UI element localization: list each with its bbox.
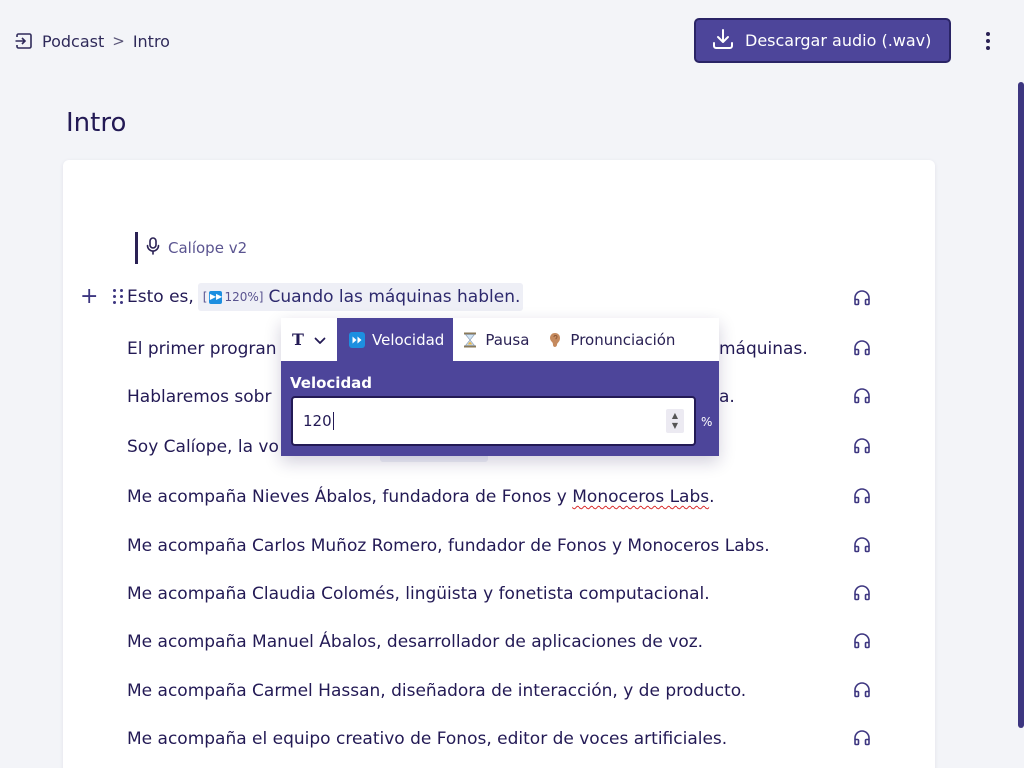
line-text: Me acompaña Carmel Hassan, diseñadora de… (127, 681, 747, 701)
headphones-icon[interactable] (853, 387, 871, 405)
headphones-icon[interactable] (853, 536, 871, 554)
misspelled-word[interactable]: Monoceros Labs (572, 487, 709, 507)
line-text: Me acompaña Manuel Ábalos, desarrollador… (127, 632, 704, 652)
line-text: Hablaremos sobr (127, 387, 272, 407)
script-line[interactable]: Me acompaña Manuel Ábalos, desarrollador… (127, 629, 703, 655)
speed-stepper[interactable]: ▲ ▼ (666, 409, 684, 433)
speed-unit: % (701, 415, 713, 429)
script-line[interactable]: Me acompaña Carlos Muñoz Romero, fundado… (127, 533, 770, 559)
tab-label: Pausa (485, 330, 530, 349)
script-line[interactable]: Me acompaña Carmel Hassan, diseñadora de… (127, 678, 746, 704)
script-line[interactable]: Hablaremos sobr (127, 384, 271, 410)
add-block-icon[interactable]: + (80, 286, 98, 308)
download-label: Descargar audio (.wav) (745, 31, 932, 50)
breadcrumb-root[interactable]: Podcast (42, 32, 104, 51)
line-text: . (709, 487, 715, 507)
script-line[interactable]: Me acompaña el equipo creativo de Fonos,… (127, 726, 727, 752)
text-style-dropdown[interactable]: T (281, 318, 337, 361)
line-text: El primer progran (127, 339, 277, 359)
line-text: Me acompaña Nieves Ábalos, fundadora de … (127, 487, 573, 507)
line-text: Esto es, (127, 287, 194, 307)
fast-forward-icon (349, 331, 365, 348)
speed-field-label: Velocidad (290, 374, 373, 392)
tab-pausa[interactable]: Pausa (453, 318, 538, 361)
page-scrollbar[interactable] (1018, 82, 1024, 728)
popover-body: Velocidad 120 ▲ ▼ % (281, 361, 719, 456)
breadcrumb-separator: > (112, 32, 125, 50)
breadcrumb-folder-icon[interactable] (14, 31, 34, 51)
speed-input-value: 120 (303, 412, 332, 430)
speed-tag-bracket: [ (202, 290, 208, 304)
tab-pronunciacion[interactable]: Pronunciación (538, 318, 684, 361)
breadcrumb: Podcast > Intro (14, 30, 170, 52)
chevron-down-icon (314, 330, 326, 349)
script-line-tail[interactable]: a. (719, 384, 735, 410)
drag-handle-icon[interactable] (113, 289, 125, 305)
download-audio-button[interactable]: Descargar audio (.wav) (694, 18, 951, 63)
line-text: Me acompaña Claudia Colomés, lingüista y… (127, 584, 710, 604)
speed-highlight[interactable]: [ ▶▶ 120%] Cuando las máquinas hablen. (197, 283, 524, 311)
voice-name: Calíope v2 (168, 239, 248, 257)
hourglass-icon (462, 332, 478, 348)
script-line[interactable]: Esto es, [ ▶▶ 120%] Cuando las máquinas … (127, 283, 524, 311)
headphones-icon[interactable] (853, 584, 871, 602)
script-line[interactable]: Soy Calíope, la vo (127, 434, 279, 460)
speed-input[interactable]: 120 ▲ ▼ (291, 396, 696, 446)
tab-label: Pronunciación (570, 330, 676, 349)
fast-forward-icon: ▶▶ (209, 290, 223, 304)
text-style-icon: T (292, 330, 304, 349)
speed-tag[interactable]: [ ▶▶ 120%] (203, 284, 264, 310)
headphones-icon[interactable] (853, 339, 871, 357)
headphones-icon[interactable] (853, 487, 871, 505)
script-line[interactable]: Me acompaña Nieves Ábalos, fundadora de … (127, 484, 715, 510)
download-icon (711, 27, 735, 55)
stepper-down-icon[interactable]: ▼ (672, 421, 678, 431)
line-text: máquinas. (719, 339, 808, 359)
ear-icon (547, 332, 563, 348)
headphones-icon[interactable] (853, 437, 871, 455)
headphones-icon[interactable] (853, 632, 871, 650)
script-line[interactable]: Me acompaña Claudia Colomés, lingüista y… (127, 581, 710, 607)
line-text: Me acompaña el equipo creativo de Fonos,… (127, 729, 728, 749)
line-text: Soy Calíope, la vo (127, 437, 279, 457)
highlighted-text: Cuando las máquinas hablen. (268, 287, 521, 307)
tab-velocidad[interactable]: Velocidad (337, 318, 454, 361)
page-title: Intro (66, 108, 127, 138)
more-options-icon[interactable] (979, 30, 997, 52)
speed-tag-value: 120%] (224, 290, 264, 304)
line-text: a. (719, 387, 735, 407)
tab-label: Velocidad (372, 330, 445, 349)
text-caret (332, 412, 334, 430)
headphones-icon[interactable] (853, 681, 871, 699)
headphones-icon[interactable] (853, 289, 871, 307)
line-text: Me acompaña Carlos Muñoz Romero, fundado… (127, 536, 770, 556)
stepper-up-icon[interactable]: ▲ (672, 411, 678, 421)
voice-tag[interactable]: Calíope v2 (135, 232, 247, 264)
ssml-popover: T Velocidad Pausa Pronunciación Velocida… (281, 318, 719, 456)
microphone-icon (146, 237, 160, 259)
breadcrumb-current: Intro (132, 31, 170, 51)
headphones-icon[interactable] (853, 729, 871, 747)
popover-tabs: T Velocidad Pausa Pronunciación (281, 318, 719, 361)
script-line[interactable]: El primer progran (127, 336, 277, 362)
script-line-tail[interactable]: máquinas. (719, 336, 808, 362)
